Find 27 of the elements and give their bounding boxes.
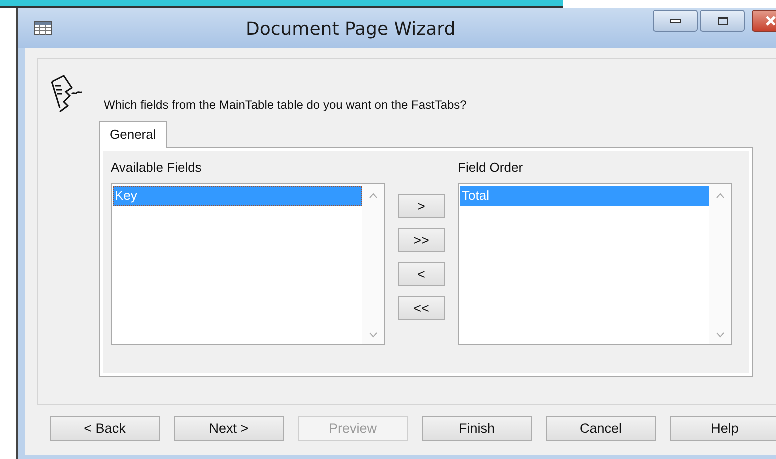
table-icon [34,21,52,35]
minimize-button[interactable] [653,10,698,32]
scrollbar[interactable] [362,184,384,344]
close-icon [764,15,776,27]
scroll-up-icon[interactable] [368,193,378,199]
wizard-question: Which fields from the MainTable table do you want on the FastTabs? [104,98,467,112]
maximize-button[interactable] [700,10,745,32]
move-button[interactable]: > [398,194,445,218]
wizard-button[interactable]: Cancel [546,416,656,441]
wizard-button[interactable]: Next > [174,416,284,441]
list-label: Available Fields [111,159,203,177]
wizard-button: Preview [298,416,408,441]
wizard-button[interactable]: Finish [422,416,532,441]
wizard-button[interactable]: < Back [50,416,160,441]
move-button[interactable]: < [398,262,445,286]
tab[interactable]: General [99,121,168,148]
move-button[interactable]: << [398,296,445,320]
scroll-down-icon[interactable] [716,332,724,338]
wizard-button[interactable]: Help [670,416,776,441]
scrollbar[interactable] [709,184,731,344]
window-title: Document Page Wizard [246,19,456,40]
maximize-icon [716,16,728,26]
list-label: Field Order [458,159,524,177]
scroll-down-icon[interactable] [368,332,378,338]
scroll-up-icon[interactable] [716,193,724,199]
move-button[interactable]: >> [398,228,445,252]
minimize-icon [670,18,682,24]
